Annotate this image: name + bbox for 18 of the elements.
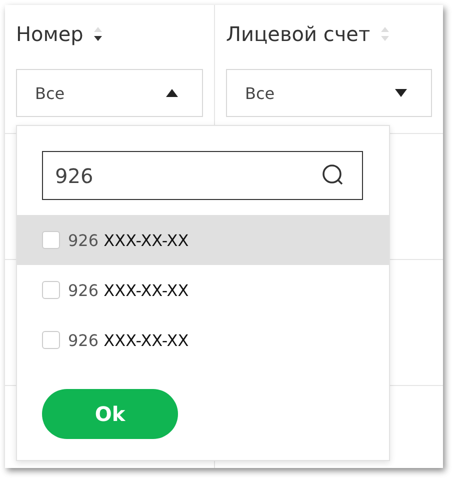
filter-select[interactable]: Все bbox=[226, 69, 432, 117]
option-item[interactable]: 926 XXX-XX-XX bbox=[17, 215, 389, 265]
filter-select[interactable]: Все bbox=[16, 69, 203, 117]
option-label: 926 XXX-XX-XX bbox=[68, 330, 189, 350]
column-header: Номер bbox=[16, 22, 84, 46]
checkbox[interactable] bbox=[42, 281, 60, 299]
checkbox[interactable] bbox=[42, 231, 60, 249]
search-icon[interactable] bbox=[321, 163, 345, 187]
sort-icon[interactable] bbox=[93, 26, 104, 42]
caret-icon bbox=[395, 89, 407, 97]
column-header: Лицевой счет bbox=[226, 22, 370, 46]
option-item[interactable]: 926 XXX-XX-XX bbox=[17, 265, 389, 315]
caret-icon bbox=[166, 89, 178, 97]
option-label: 926 XXX-XX-XX bbox=[68, 230, 189, 250]
search-field[interactable]: 926 bbox=[42, 151, 363, 200]
option-label: 926 XXX-XX-XX bbox=[68, 280, 189, 300]
option-item[interactable]: 926 XXX-XX-XX bbox=[17, 315, 389, 365]
checkbox[interactable] bbox=[42, 331, 60, 349]
